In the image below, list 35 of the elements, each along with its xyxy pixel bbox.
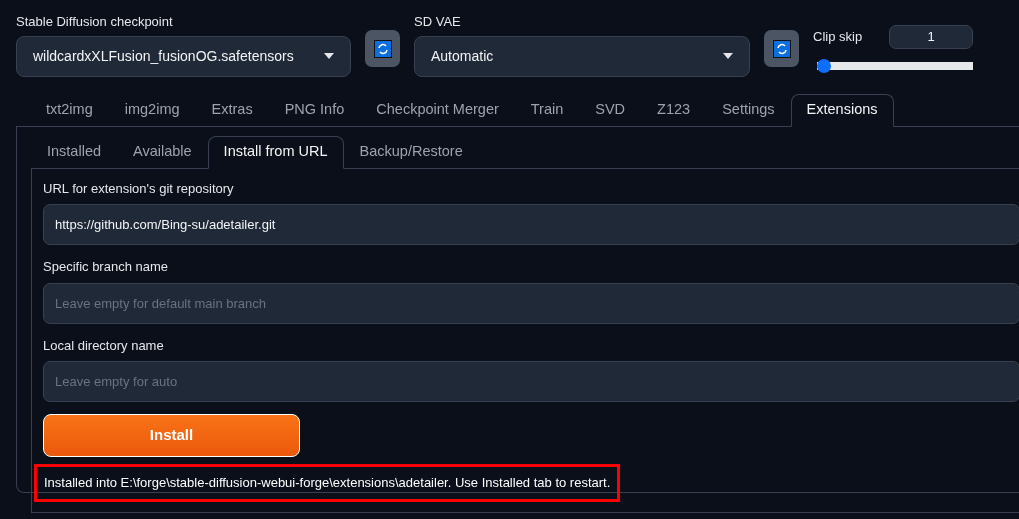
checkpoint-dropdown[interactable]: wildcardxXLFusion_fusionOG.safetensors	[16, 35, 351, 77]
tab[interactable]: Checkpoint Merger	[360, 93, 515, 127]
field-label: Specific branch name	[43, 258, 169, 276]
refresh-button[interactable]	[764, 30, 799, 67]
tab[interactable]: Available	[117, 135, 208, 169]
tab[interactable]: Extras	[195, 93, 269, 127]
text-field[interactable]: Leave empty for default main branch	[43, 282, 1019, 324]
number-field[interactable]: 1	[889, 25, 973, 49]
tab[interactable]: SVD	[579, 93, 642, 127]
refresh-icon	[373, 39, 392, 58]
tab[interactable]: Installed	[31, 135, 117, 169]
tab[interactable]: img2img	[108, 93, 196, 127]
field-label: URL for extension's git repository	[43, 179, 235, 198]
tab[interactable]: Z123	[641, 93, 707, 127]
tab[interactable]: txt2img	[30, 93, 109, 127]
tab[interactable]: Train	[514, 93, 580, 127]
tab[interactable]: Settings	[706, 93, 791, 127]
tab[interactable]: Extensions	[790, 93, 894, 127]
refresh-button[interactable]	[365, 30, 400, 67]
vae-dropdown[interactable]: Automatic	[414, 35, 750, 77]
tab[interactable]: Backup/Restore	[343, 135, 479, 169]
tab[interactable]: Install from URL	[207, 135, 344, 169]
refresh-icon	[772, 39, 791, 58]
slider-thumb[interactable]	[817, 59, 831, 73]
text-field[interactable]: https://github.com/Bing-su/adetailer.git	[43, 204, 1019, 245]
slider-track[interactable]	[817, 59, 973, 73]
field-label: Local directory name	[43, 336, 165, 355]
field-label: Clip skip	[813, 28, 863, 47]
text-field[interactable]: Leave empty for auto	[43, 361, 1019, 402]
tab[interactable]: PNG Info	[268, 93, 361, 127]
caret-icon	[723, 53, 733, 59]
field-label: SD VAE	[414, 13, 462, 31]
field-label: Stable Diffusion checkpoint	[16, 13, 174, 31]
caret-icon	[324, 53, 334, 59]
status-message: Installed into E:\forge\stable-diffusion-webui-forge\extensions\adetailer. Use Installed tab to restart.	[34, 464, 621, 502]
